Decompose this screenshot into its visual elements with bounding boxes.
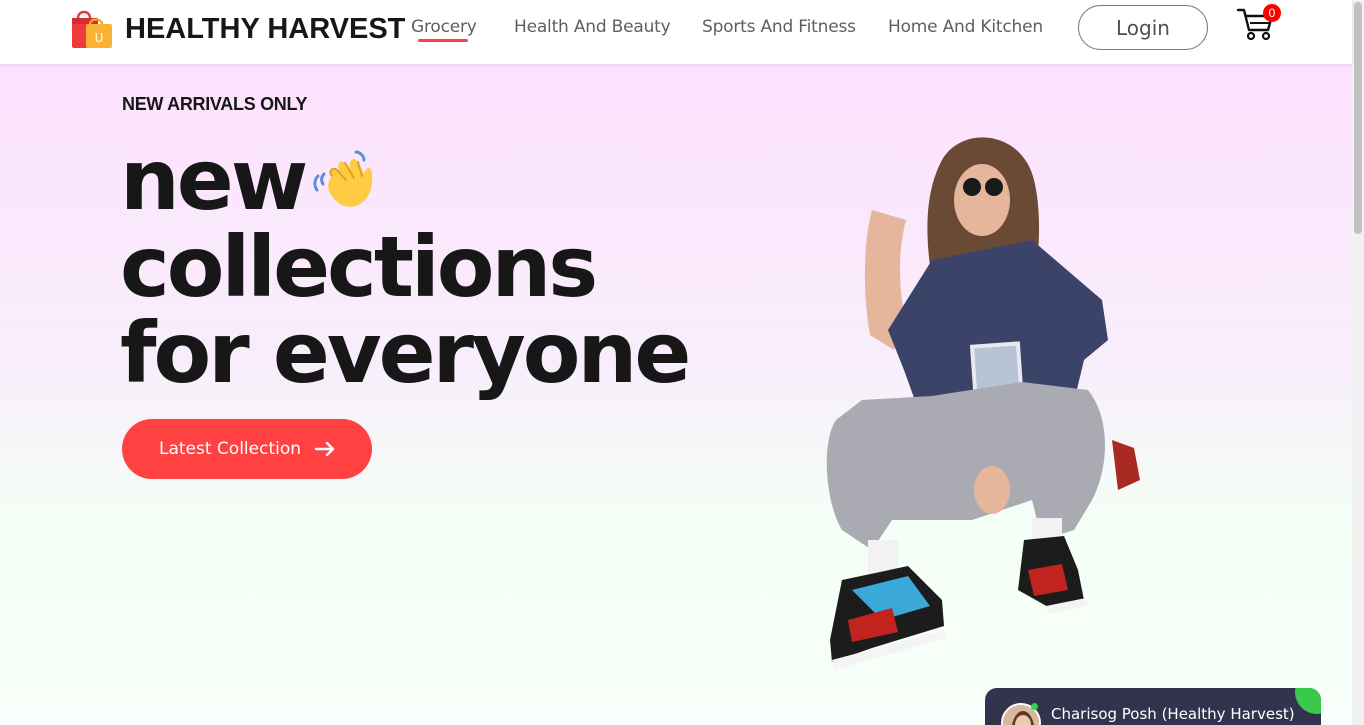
- headline-line-2: collections: [120, 218, 598, 316]
- headline-line-3: for everyone: [120, 304, 691, 402]
- brand[interactable]: U HEALTHY HARVEST: [70, 8, 405, 50]
- latest-collection-button[interactable]: Latest Collection: [122, 419, 372, 479]
- login-button[interactable]: Login: [1078, 5, 1208, 50]
- active-nav-underline: [418, 39, 468, 42]
- chat-online-corner: [1295, 688, 1321, 714]
- nav-item-sports-and-fitness[interactable]: Sports And Fitness: [702, 17, 856, 37]
- cta-label: Latest Collection: [158, 439, 302, 459]
- navbar: U HEALTHY HARVEST Grocery Health And Bea…: [0, 0, 1352, 64]
- waving-hand-icon: [310, 146, 382, 214]
- chat-agent-name: Charisog Posh (Healthy Harvest): [1051, 705, 1295, 723]
- hero-eyebrow: NEW ARRIVALS ONLY: [122, 94, 308, 114]
- svg-text:U: U: [95, 31, 104, 45]
- shopping-bag-icon: U: [70, 8, 114, 50]
- hero-model-image: [812, 120, 1182, 695]
- chat-widget[interactable]: Charisog Posh (Healthy Harvest): [985, 688, 1321, 725]
- nav-item-grocery[interactable]: Grocery: [411, 17, 477, 37]
- headline-line-1: new: [120, 131, 308, 229]
- arrow-right-icon: [315, 442, 335, 456]
- cart-count-badge: 0: [1263, 4, 1281, 22]
- nav-item-health-and-beauty[interactable]: Health And Beauty: [514, 17, 671, 37]
- nav-item-home-and-kitchen[interactable]: Home And Kitchen: [888, 17, 1043, 37]
- page-scrollbar[interactable]: [1352, 0, 1364, 725]
- scrollbar-thumb[interactable]: [1354, 2, 1362, 234]
- brand-name: HEALTHY HARVEST: [125, 13, 406, 45]
- online-status-dot: [1031, 703, 1038, 710]
